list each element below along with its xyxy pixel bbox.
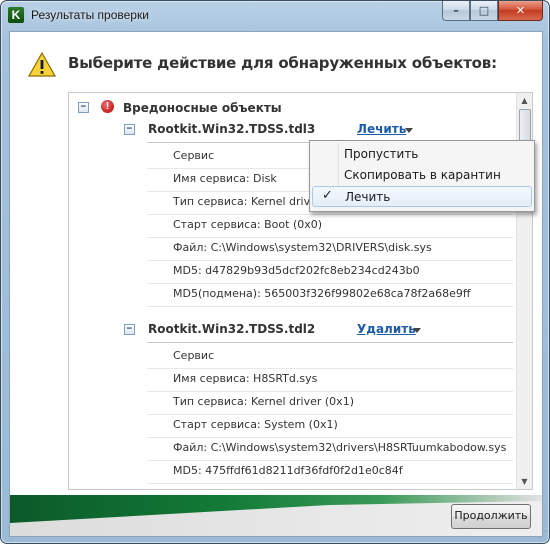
detail-row: Сервис: [147, 345, 513, 369]
minimize-button[interactable]: –: [442, 1, 470, 21]
maximize-icon: □: [478, 4, 490, 17]
collapse-group-button[interactable]: −: [78, 102, 89, 113]
detail-row: Старт сервиса: System (0x1): [147, 414, 513, 438]
close-button[interactable]: ✕: [498, 1, 543, 21]
scroll-down-icon[interactable]: ▼: [517, 474, 532, 489]
warning-icon: [28, 52, 56, 77]
error-icon: !: [101, 100, 114, 113]
threat-name: Rootkit.Win32.TDSS.tdl3: [148, 122, 316, 136]
menu-item-disinfect[interactable]: ✓ Лечить: [312, 186, 532, 207]
detail-row: Старт сервиса: Boot (0x0): [147, 214, 513, 238]
scan-results-window: K Результаты проверки – □ ✕ Выберите дей…: [0, 0, 550, 544]
resize-grip-icon[interactable]: ⋰: [538, 530, 547, 540]
action-dropdown-menu: Пропустить Скопировать в карантин ✓ Лечи…: [309, 140, 535, 212]
threat-action-dropdown[interactable]: Удалить: [357, 322, 416, 336]
scroll-up-icon[interactable]: ▲: [517, 93, 532, 108]
divider: [147, 342, 513, 343]
threat-action-dropdown[interactable]: Лечить: [357, 122, 406, 136]
detail-row: MD5: 475ffdf61d8211df36fdf0f2d1e0c84f: [147, 460, 513, 484]
continue-button[interactable]: Продолжить: [451, 504, 531, 529]
detail-row: Файл: C:\Windows\system32\drivers\H8SRTu…: [147, 437, 513, 461]
detail-row: Файл: C:\Windows\system32\DRIVERS\disk.s…: [147, 237, 513, 261]
detail-row: Имя сервиса: H8SRTd.sys: [147, 368, 513, 392]
dialog-body: Выберите действие для обнаруженных объек…: [9, 31, 543, 537]
minimize-icon: –: [453, 4, 459, 17]
detail-row: Тип сервиса: Kernel driver (0x1): [147, 391, 513, 415]
collapse-threat-button[interactable]: −: [124, 124, 135, 135]
window-controls: – □ ✕: [442, 1, 543, 21]
kaspersky-app-icon: K: [8, 7, 24, 23]
threat-name: Rootkit.Win32.TDSS.tdl2: [148, 322, 316, 336]
collapse-threat-button[interactable]: −: [124, 324, 135, 335]
chevron-down-icon[interactable]: [413, 328, 421, 333]
menu-item-skip[interactable]: Пропустить: [312, 144, 530, 164]
window-title: Результаты проверки: [31, 8, 149, 22]
maximize-button[interactable]: □: [470, 1, 498, 21]
chevron-down-icon[interactable]: [405, 128, 413, 133]
group-label-malicious: Вредоносные объекты: [123, 101, 282, 115]
check-icon: ✓: [322, 188, 333, 203]
menu-item-quarantine[interactable]: Скопировать в карантин: [312, 165, 530, 185]
page-title: Выберите действие для обнаруженных объек…: [68, 54, 497, 72]
title-bar[interactable]: K Результаты проверки – □ ✕: [1, 1, 549, 31]
close-icon: ✕: [515, 4, 526, 17]
detail-row: MD5: d47829b93d5dcf202fc8eb234cd243b0: [147, 260, 513, 284]
detail-row: MD5(подмена): 565003f326f99802e68ca78f2a…: [147, 283, 513, 307]
